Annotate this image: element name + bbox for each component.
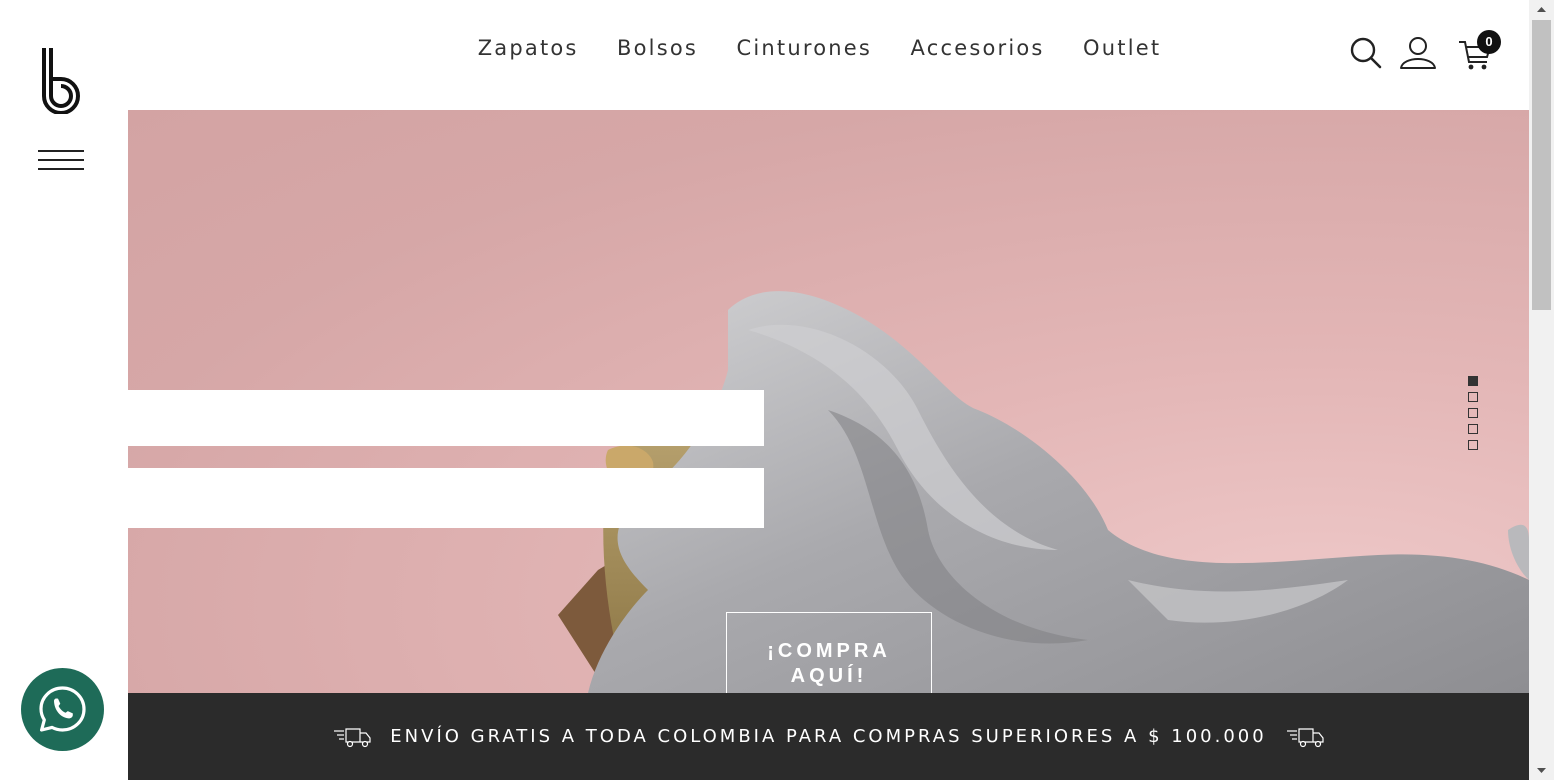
shop-now-button[interactable]: ¡COMPRA AQUÍ! — [726, 612, 932, 693]
slider-dot-5[interactable] — [1468, 440, 1478, 450]
scroll-thumb[interactable] — [1532, 20, 1551, 310]
site-header: Zapatos Bolsos Cinturones Accesorios Out… — [128, 0, 1529, 110]
delivery-truck-icon — [1287, 728, 1324, 747]
nav-item-cinturones[interactable]: Cinturones — [737, 36, 873, 60]
slider-dot-1[interactable] — [1468, 376, 1478, 386]
nav-item-bolsos[interactable]: Bolsos — [617, 36, 698, 60]
scroll-up-arrow[interactable] — [1529, 0, 1554, 18]
free-shipping-banner: ENVÍO GRATIS A TODA COLOMBIA PARA COMPRA… — [128, 693, 1529, 780]
account-button[interactable] — [1399, 36, 1437, 72]
shop-now-line2: AQUÍ! — [790, 665, 868, 687]
page-scrollbar[interactable] — [1529, 0, 1554, 780]
hero-subtitle-bar — [128, 468, 764, 528]
slider-pagination — [1468, 376, 1478, 456]
sidebar — [0, 0, 128, 780]
whatsapp-icon — [39, 686, 86, 732]
slider-dot-3[interactable] — [1468, 408, 1478, 418]
delivery-truck-icon — [333, 728, 371, 747]
cart-button[interactable]: 0 — [1457, 30, 1501, 72]
nav-item-zapatos[interactable]: Zapatos — [478, 36, 579, 60]
scroll-down-arrow[interactable] — [1529, 762, 1554, 780]
caret-down-icon — [1537, 768, 1546, 773]
nav-item-outlet[interactable]: Outlet — [1083, 36, 1161, 60]
header-icons: 0 — [1333, 30, 1501, 76]
search-button[interactable] — [1349, 36, 1387, 72]
shop-now-line1: ¡COMPRA — [767, 640, 891, 662]
menu-hamburger-button[interactable] — [38, 150, 84, 172]
nav-item-accesorios[interactable]: Accesorios — [911, 36, 1045, 60]
user-icon — [1400, 37, 1436, 69]
free-shipping-text: ENVÍO GRATIS A TODA COLOMBIA PARA COMPRA… — [390, 726, 1267, 748]
hero-title-bar — [128, 390, 764, 446]
slider-dot-2[interactable] — [1468, 392, 1478, 402]
whatsapp-chat-button[interactable] — [21, 668, 104, 751]
slider-dot-4[interactable] — [1468, 424, 1478, 434]
main-nav: Zapatos Bolsos Cinturones Accesorios Out… — [128, 36, 1529, 60]
brand-logo[interactable] — [40, 44, 86, 114]
cart-count-badge: 0 — [1477, 30, 1501, 54]
caret-up-icon — [1537, 7, 1546, 12]
search-icon — [1350, 37, 1382, 69]
hero-slider: ¡COMPRA AQUÍ! — [128, 110, 1529, 693]
